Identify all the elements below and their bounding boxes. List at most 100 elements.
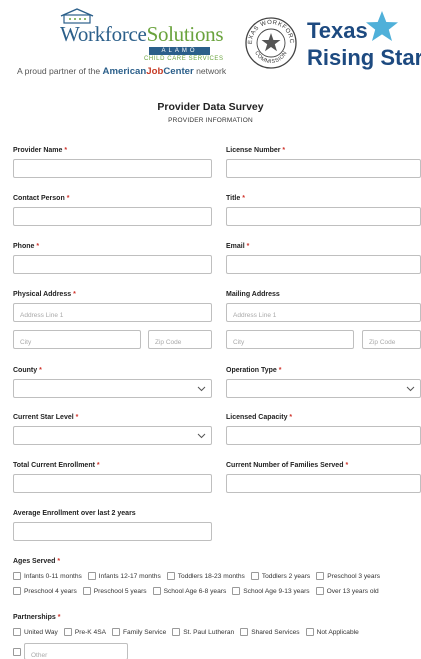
physical-city-input[interactable] — [14, 334, 140, 351]
physical-address-line1-input[interactable] — [14, 307, 211, 324]
license-number-input[interactable] — [227, 163, 420, 180]
ages-served-checkbox[interactable]: Infants 12-17 months — [87, 572, 167, 580]
physical-zip-input[interactable] — [149, 334, 211, 351]
ages-served-option-label: Toddlers 2 years — [261, 572, 311, 580]
current-star-level-select[interactable] — [13, 426, 212, 445]
physical-address-line1-field[interactable] — [13, 303, 212, 324]
total-current-enrollment-input[interactable] — [14, 478, 211, 495]
checkbox-box[interactable] — [240, 628, 249, 636]
email-input[interactable] — [227, 259, 420, 276]
physical-address-label: Physical Address * — [13, 291, 76, 298]
current-families-served-input[interactable] — [227, 478, 420, 495]
chevron-down-icon — [197, 433, 206, 439]
checkbox-box[interactable] — [112, 628, 120, 636]
ages-served-checkbox[interactable]: Toddlers 2 years — [250, 572, 316, 580]
checkbox-box[interactable] — [305, 628, 314, 636]
current-families-served-field[interactable] — [226, 474, 421, 495]
provider-name-field[interactable] — [13, 159, 212, 180]
ages-served-checkbox[interactable]: School Age 9-13 years — [232, 587, 315, 595]
partnership-checkbox[interactable]: Family Service — [112, 628, 172, 636]
checkbox-box[interactable] — [232, 587, 241, 595]
partnership-checkbox[interactable]: Not Applicable — [305, 628, 365, 636]
ages-served-checkbox[interactable]: Over 13 years old — [315, 587, 385, 595]
ages-served-option-label: Preschool 4 years — [24, 587, 77, 595]
physical-zip-field[interactable] — [148, 330, 212, 351]
physical-city-field[interactable] — [13, 330, 141, 351]
total-current-enrollment-field[interactable] — [13, 474, 212, 495]
texas-rising-star-logo: Texas Rising Star — [307, 11, 421, 74]
ages-served-option-label: School Age 6-8 years — [163, 587, 227, 595]
partnership-checkbox[interactable]: Shared Services — [240, 628, 305, 636]
license-number-label: License Number * — [226, 147, 286, 154]
header: WorkforceSolutions ALAMO CHILD CARE SERV… — [0, 0, 421, 88]
ages-served-checkbox[interactable]: Preschool 4 years — [13, 587, 83, 595]
provider-name-label: Provider Name * — [13, 147, 68, 154]
checkbox-box[interactable] — [152, 587, 161, 595]
checkbox-box[interactable] — [13, 628, 21, 636]
checkbox-box[interactable] — [13, 647, 21, 656]
ages-served-checkbox[interactable]: Preschool 3 years — [316, 572, 386, 580]
title-input[interactable] — [227, 211, 420, 228]
average-enrollment-field[interactable] — [13, 522, 212, 543]
provider-name-input[interactable] — [14, 163, 211, 180]
section-title: PROVIDER INFORMATION — [168, 117, 253, 124]
ages-served-label: Ages Served * — [13, 558, 61, 565]
chevron-down-icon — [197, 386, 206, 392]
operation-type-select[interactable] — [226, 379, 421, 398]
contact-person-label: Contact Person * — [13, 195, 70, 202]
title-field[interactable] — [226, 207, 421, 228]
email-field[interactable] — [226, 255, 421, 276]
partnership-checkbox[interactable]: Pre-K 4SA — [63, 628, 112, 636]
partnership-option-label: Family Service — [123, 628, 167, 636]
star-icon — [366, 11, 398, 41]
partnership-option-label: St. Paul Lutheran — [183, 628, 235, 636]
phone-field[interactable] — [13, 255, 212, 276]
checkbox-box[interactable] — [315, 587, 324, 595]
average-enrollment-label: Average Enrollment over last 2 years — [13, 510, 136, 517]
chevron-down-icon — [406, 386, 415, 392]
checkbox-box[interactable] — [13, 572, 21, 580]
ages-served-checkbox[interactable]: Toddlers 18-23 months — [166, 572, 251, 580]
mailing-address-label: Mailing Address — [226, 291, 280, 298]
checkbox-box[interactable] — [63, 628, 72, 636]
checkbox-box[interactable] — [316, 572, 325, 580]
child-care-services-tagline: CHILD CARE SERVICES — [144, 56, 224, 62]
mailing-city-input[interactable] — [227, 334, 353, 351]
partnership-checkbox[interactable]: United Way — [13, 628, 64, 636]
county-select[interactable] — [13, 379, 212, 398]
partnership-other-checkbox[interactable] — [13, 643, 24, 659]
partnership-checkbox[interactable]: St. Paul Lutheran — [172, 628, 240, 636]
mailing-zip-input[interactable] — [363, 334, 420, 351]
checkbox-box[interactable] — [87, 572, 96, 580]
ages-served-option-label: Over 13 years old — [326, 587, 379, 595]
partnerships-row: United Way Pre-K 4SA Family Service St. Pau… — [13, 628, 365, 638]
ages-served-option-label: Preschool 3 years — [327, 572, 380, 580]
mailing-address-line1-input[interactable] — [227, 307, 420, 324]
ages-served-checkbox[interactable]: Preschool 5 years — [82, 587, 153, 595]
checkbox-box[interactable] — [13, 587, 21, 595]
licensed-capacity-input[interactable] — [227, 430, 420, 447]
phone-label: Phone * — [13, 243, 40, 250]
average-enrollment-input[interactable] — [14, 526, 211, 543]
contact-person-input[interactable] — [14, 211, 211, 228]
license-number-field[interactable] — [226, 159, 421, 180]
partnership-other-field[interactable] — [24, 643, 128, 659]
checkbox-box[interactable] — [172, 628, 181, 636]
ages-served-checkbox[interactable]: Infants 0-11 months — [13, 572, 88, 580]
mailing-zip-field[interactable] — [362, 330, 421, 351]
title-label: Title * — [226, 195, 245, 202]
texas-workforce-commission-seal: TEXAS WORKFORCE COMMISSION — [244, 16, 297, 69]
checkbox-box[interactable] — [82, 587, 91, 595]
licensed-capacity-field[interactable] — [226, 426, 421, 447]
ages-served-checkbox[interactable]: School Age 6-8 years — [152, 587, 233, 595]
partnership-option-label: United Way — [24, 628, 58, 636]
checkbox-box[interactable] — [250, 572, 259, 580]
mailing-city-field[interactable] — [226, 330, 354, 351]
page-title: Provider Data Survey — [157, 101, 264, 113]
mailing-address-line1-field[interactable] — [226, 303, 421, 324]
phone-input[interactable] — [14, 259, 211, 276]
checkbox-box[interactable] — [166, 572, 175, 580]
partnership-other-input[interactable] — [25, 648, 127, 659]
contact-person-field[interactable] — [13, 207, 212, 228]
partnership-option-label: Shared Services — [251, 628, 300, 636]
